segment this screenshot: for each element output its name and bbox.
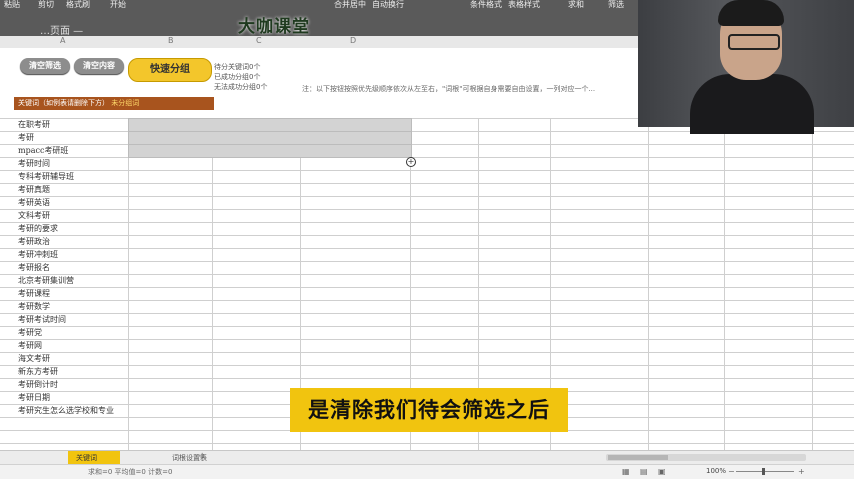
sheet-tab-label: 关键词 [76, 454, 97, 462]
keyword-cell[interactable]: 考研的要求 [18, 223, 58, 234]
zoom-slider-thumb[interactable] [762, 468, 765, 475]
ribbon-item[interactable]: 筛选 [608, 0, 624, 10]
column-header[interactable]: A [60, 36, 65, 45]
video-subtitle: 是清除我们待会筛选之后 [290, 388, 568, 432]
clear-filter-button[interactable]: 清空筛选 [20, 58, 70, 74]
keyword-cell[interactable]: 考研 [18, 132, 34, 143]
keyword-cell[interactable]: mpacc考研班 [18, 145, 68, 156]
clear-content-button[interactable]: 清空内容 [74, 58, 124, 74]
ribbon-item[interactable]: 格式刷 [66, 0, 90, 10]
keyword-cell[interactable]: 考研究生怎么选学校和专业 [18, 405, 114, 416]
keyword-cell[interactable]: 考研报名 [18, 262, 50, 273]
keyword-cell[interactable]: 新东方考研 [18, 366, 58, 377]
stat-grouped: 已成功分组0个 [214, 73, 261, 81]
keyword-cell[interactable]: 考研网 [18, 340, 42, 351]
keyword-cell[interactable]: 考研考试时间 [18, 314, 66, 325]
keyword-cell[interactable]: 考研倒计时 [18, 379, 58, 390]
keyword-cell[interactable]: 文科考研 [18, 210, 50, 221]
column-header[interactable]: C [256, 36, 262, 45]
quick-group-button[interactable]: 快速分组 [128, 58, 212, 82]
window-title: …页面 — [40, 26, 84, 37]
filled-cell-range[interactable] [128, 144, 412, 158]
status-summary: 求和=0 平均值=0 计数=0 [88, 468, 173, 476]
status-bar: 求和=0 平均值=0 计数=0 ▦ ▤ ▣ 100% − + [0, 464, 854, 479]
instruction-note: 注：以下按钮按照优先级顺序依次从左至右，"词根"可根据自身需要自由设置，一列对应… [302, 85, 596, 93]
keyword-column-header[interactable]: 关键词（如例表请删除下方） 未分组词 [14, 97, 214, 110]
keyword-cell[interactable]: 考研党 [18, 327, 42, 338]
add-sheet-button[interactable]: + [198, 451, 206, 462]
stat-pending: 待分关键词0个 [214, 63, 261, 71]
ribbon-item[interactable]: 表格样式 [508, 0, 540, 10]
ribbon-item[interactable]: 剪切 [38, 0, 54, 10]
view-layout-icon[interactable]: ▤ [640, 467, 648, 476]
view-page-icon[interactable]: ▣ [658, 467, 666, 476]
keyword-cell[interactable]: 考研课程 [18, 288, 50, 299]
sheet-tab-active[interactable]: 关键词 [68, 451, 120, 465]
column-header[interactable]: B [168, 36, 174, 45]
plus-cursor-icon: + [406, 157, 416, 167]
ungrouped-header-label: 未分组词 [111, 99, 140, 107]
zoom-plus-icon[interactable]: + [798, 467, 805, 476]
view-normal-icon[interactable]: ▦ [622, 467, 630, 476]
filled-cell-range[interactable] [128, 131, 412, 145]
stat-failed: 无法成功分组0个 [214, 83, 268, 91]
ribbon-item[interactable]: 条件格式 [470, 0, 502, 10]
ribbon-item[interactable]: 开始 [110, 0, 126, 10]
brand-watermark: 大咖课堂 [238, 17, 310, 37]
ribbon-item[interactable]: 自动换行 [372, 0, 404, 10]
ribbon-item[interactable]: 求和 [568, 0, 584, 10]
filled-cell-range[interactable] [128, 118, 412, 132]
keyword-header-label: 关键词（如例表请删除下方） [18, 99, 109, 107]
keyword-cell[interactable]: 考研英语 [18, 197, 50, 208]
zoom-minus-icon[interactable]: − [728, 467, 735, 476]
keyword-cell[interactable]: 考研真题 [18, 184, 50, 195]
keyword-cell[interactable]: 考研时间 [18, 158, 50, 169]
keyword-cell[interactable]: 海文考研 [18, 353, 50, 364]
keyword-cell[interactable]: 北京考研集训营 [18, 275, 74, 286]
keyword-cell[interactable]: 专科考研辅导班 [18, 171, 74, 182]
keyword-cell[interactable]: 考研冲刺班 [18, 249, 58, 260]
ribbon-item[interactable]: 粘贴 [4, 0, 20, 10]
sheet-tab-bar: 关键词 词根设置表 + [0, 450, 854, 465]
zoom-slider[interactable] [736, 471, 794, 472]
keyword-cell[interactable]: 在职考研 [18, 119, 50, 130]
zoom-level[interactable]: 100% [706, 467, 726, 475]
column-header[interactable]: D [350, 36, 356, 45]
keyword-cell[interactable]: 考研日期 [18, 392, 50, 403]
keyword-cell[interactable]: 考研数学 [18, 301, 50, 312]
presenter-webcam [638, 0, 854, 134]
ribbon-item[interactable]: 合并居中 [334, 0, 366, 10]
keyword-cell[interactable]: 考研政治 [18, 236, 50, 247]
horizontal-scrollbar[interactable] [606, 454, 806, 461]
